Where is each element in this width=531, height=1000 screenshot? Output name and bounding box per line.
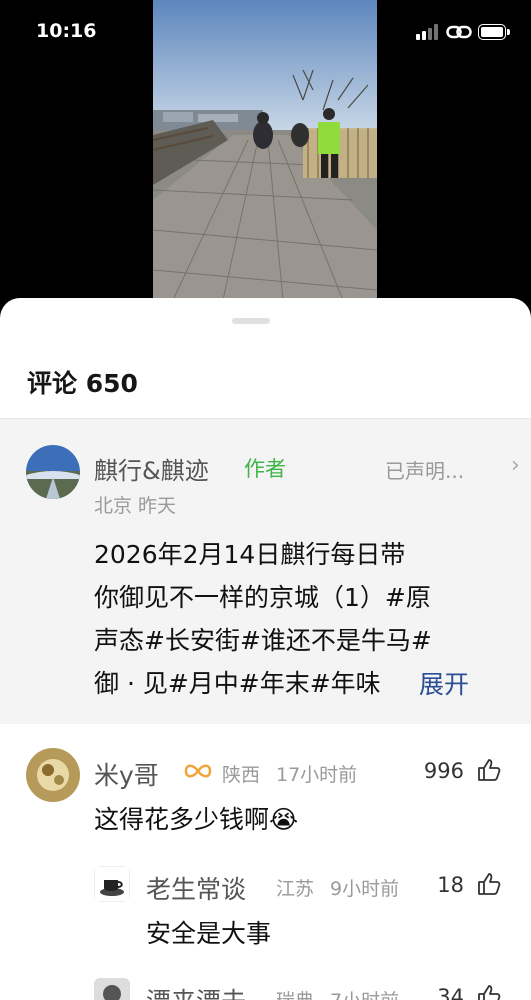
reply-region: 瑞典: [276, 986, 314, 1000]
comment-region: 陕西: [222, 764, 261, 786]
reply-name[interactable]: 老生常谈: [146, 870, 246, 906]
author-post[interactable]: 麒行&麒迹 作者 已声明... › 北京 昨天 2026年2月14日麒行每日带 …: [0, 418, 531, 724]
post-meta: 北京 昨天: [94, 495, 177, 517]
reply-time: 9小时前: [330, 878, 400, 900]
comments-sheet: 评论 650 麒行&麒迹 作者 已声明... › 北京 昨天 2026年2月14…: [0, 298, 531, 1000]
commenter-name[interactable]: 米y哥: [94, 756, 159, 792]
battery-icon: [478, 24, 510, 40]
expand-link[interactable]: 展开: [417, 665, 470, 701]
reply-region: 江苏: [276, 878, 315, 900]
like-count: 18: [437, 873, 464, 897]
comment-time: 17小时前: [276, 764, 358, 786]
chevron-right-icon[interactable]: ›: [511, 453, 520, 478]
comments-title: 评论 650: [27, 369, 138, 398]
sheet-drag-handle[interactable]: [232, 318, 270, 324]
commenter-avatar[interactable]: [26, 748, 80, 802]
text-fade: [380, 665, 420, 705]
comment-text: 这得花多少钱啊😭: [94, 805, 299, 834]
author-avatar[interactable]: [26, 445, 80, 499]
author-badge: 作者: [244, 457, 286, 481]
like-count: 34: [437, 985, 464, 1000]
signal-icon: [416, 24, 440, 40]
author-name[interactable]: 麒行&麒迹: [94, 451, 209, 486]
thumbs-up-icon[interactable]: [476, 983, 502, 1000]
reply-avatar[interactable]: [94, 866, 130, 902]
status-time: 10:16: [36, 20, 97, 42]
reply-text: 安全是大事: [146, 919, 272, 948]
reply-avatar[interactable]: [94, 978, 130, 1000]
status-bar: 10:16: [0, 0, 531, 64]
reply-name[interactable]: 漂来漂去: [146, 982, 246, 1000]
vip-badge-icon: [184, 764, 212, 778]
thumbs-up-icon[interactable]: [476, 757, 502, 783]
link-icon: [446, 25, 472, 39]
like-count: 996: [423, 759, 464, 783]
declaration-label[interactable]: 已声明...: [385, 455, 464, 484]
reply-time: 7小时前: [330, 986, 399, 1000]
thumbs-up-icon[interactable]: [476, 871, 502, 897]
